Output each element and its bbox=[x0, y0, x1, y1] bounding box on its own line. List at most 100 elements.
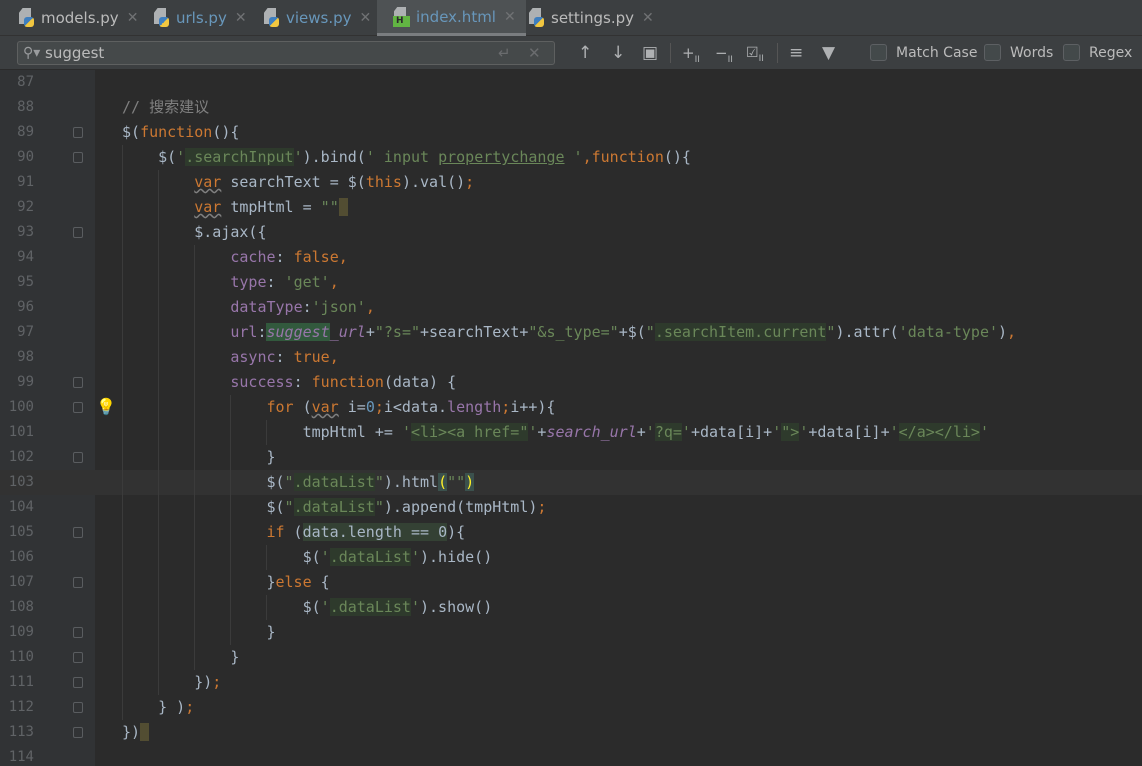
code-token: } ) bbox=[158, 698, 186, 716]
code-line[interactable]: 100 for (var i=0;i<data.length;i++){ bbox=[0, 395, 1142, 420]
code-line[interactable]: 92 var tmpHtml = "" bbox=[0, 195, 1142, 220]
python-file-icon bbox=[528, 8, 545, 28]
multiline-icon[interactable]: ↵ bbox=[498, 44, 528, 62]
fold-marker-icon[interactable] bbox=[73, 652, 83, 663]
close-tab-icon[interactable]: ✕ bbox=[642, 10, 654, 26]
code-line[interactable]: 88 // 搜索建议 bbox=[0, 95, 1142, 120]
indent-guide bbox=[158, 495, 160, 520]
code-text: if (data.length == 0){ bbox=[266, 520, 465, 545]
code-line[interactable]: 103 $(".dataList").html("") bbox=[0, 470, 1142, 495]
code-token: i++){ bbox=[510, 398, 556, 416]
indent-guide bbox=[122, 220, 123, 245]
code-editor[interactable]: 87 88// 搜索建议 89 $(function(){90 $('.searchIn… bbox=[0, 70, 1142, 766]
code-line[interactable]: 97 url:suggest_url+"?s="+searchText+"&s_t… bbox=[0, 320, 1142, 345]
code-line[interactable]: 114 bbox=[0, 745, 1142, 766]
next-occurrence-icon[interactable]: ↓ bbox=[611, 43, 625, 63]
code-line[interactable]: 109} bbox=[0, 620, 1142, 645]
checkbox-box[interactable] bbox=[1063, 44, 1080, 61]
fold-marker-icon[interactable] bbox=[73, 727, 83, 738]
in-selection-icon[interactable]: ≡ bbox=[789, 43, 803, 63]
code-token: i<data. bbox=[383, 398, 448, 416]
code-line[interactable]: 110} bbox=[0, 645, 1142, 670]
code-line[interactable]: 93 $.ajax({ bbox=[0, 220, 1142, 245]
code-line[interactable]: 112} ); bbox=[0, 695, 1142, 720]
code-line[interactable]: 96 dataType:'json', bbox=[0, 295, 1142, 320]
indent-guide bbox=[194, 470, 196, 495]
search-field[interactable]: ⚲▾ suggest ↵ ✕ bbox=[17, 41, 555, 65]
code-line[interactable]: 98 async: true, bbox=[0, 345, 1142, 370]
line-number: 97 bbox=[17, 324, 34, 340]
fold-marker-icon[interactable] bbox=[73, 627, 83, 638]
fold-marker-icon[interactable] bbox=[73, 677, 83, 688]
fold-marker-icon[interactable] bbox=[73, 527, 83, 538]
line-number: 95 bbox=[17, 274, 34, 290]
code-token: ' bbox=[320, 548, 330, 566]
clear-search-icon[interactable]: ✕ bbox=[528, 44, 554, 62]
code-line[interactable]: 87 bbox=[0, 70, 1142, 95]
code-token: ' bbox=[410, 598, 420, 616]
select-all-icon[interactable]: ☑II bbox=[746, 43, 764, 69]
checkbox-box[interactable] bbox=[984, 44, 1001, 61]
fold-marker-icon[interactable] bbox=[73, 152, 83, 163]
code-line[interactable]: 107}else { bbox=[0, 570, 1142, 595]
fold-marker-icon[interactable] bbox=[73, 702, 83, 713]
search-history-icon[interactable]: ⚲▾ bbox=[23, 45, 45, 61]
code-text: var tmpHtml = "" bbox=[194, 195, 348, 220]
indent-guide bbox=[230, 595, 232, 620]
code-token: " bbox=[645, 323, 655, 341]
code-text: dataType:'json', bbox=[230, 295, 375, 320]
words-checkbox[interactable]: Words bbox=[984, 44, 1053, 61]
close-tab-icon[interactable]: ✕ bbox=[360, 10, 372, 26]
select-all-occurrences-icon[interactable]: ▣ bbox=[642, 43, 658, 63]
fold-marker-icon[interactable] bbox=[73, 577, 83, 588]
code-line[interactable]: 113}) bbox=[0, 720, 1142, 745]
tab-models-py[interactable]: models.py ✕ bbox=[2, 0, 148, 36]
previous-occurrence-icon[interactable]: ↑ bbox=[578, 43, 592, 63]
add-occurrence-icon[interactable]: +II bbox=[682, 43, 700, 70]
line-number: 114 bbox=[8, 749, 34, 765]
code-line[interactable]: 101 tmpHtml += '<li><a href="'+search_url… bbox=[0, 420, 1142, 445]
tab-settings-py[interactable]: settings.py ✕ bbox=[512, 0, 664, 36]
checkbox-box[interactable] bbox=[870, 44, 887, 61]
tab-views-py[interactable]: views.py ✕ bbox=[247, 0, 381, 36]
search-input[interactable]: suggest bbox=[45, 44, 498, 62]
code-line[interactable]: 106 $('.dataList').hide() bbox=[0, 545, 1142, 570]
code-line[interactable]: 91 var searchText = $(this).val(); bbox=[0, 170, 1142, 195]
code-line[interactable]: 108 $('.dataList').show() bbox=[0, 595, 1142, 620]
code-line[interactable]: 95 type: 'get', bbox=[0, 270, 1142, 295]
code-token: suggest bbox=[266, 323, 330, 341]
code-line[interactable]: 94 cache: false, bbox=[0, 245, 1142, 270]
line-number: 106 bbox=[8, 549, 34, 565]
tab-index-html[interactable]: Hindex.html ✕ bbox=[377, 0, 526, 36]
code-line[interactable]: 102} bbox=[0, 445, 1142, 470]
code-text: } ); bbox=[158, 695, 194, 720]
code-token: $( bbox=[122, 123, 141, 141]
code-line[interactable]: 104 $(".dataList").append(tmpHtml); bbox=[0, 495, 1142, 520]
code-line[interactable]: 90 $('.searchInput').bind(' input propert… bbox=[0, 145, 1142, 170]
code-line[interactable]: 99 success: function(data) { bbox=[0, 370, 1142, 395]
code-token: function bbox=[140, 123, 213, 141]
fold-marker-icon[interactable] bbox=[73, 227, 83, 238]
indent-guide bbox=[194, 645, 196, 670]
code-text: url:suggest_url+"?s="+searchText+"&s_typ… bbox=[230, 320, 1016, 345]
code-token: +data[i]+ bbox=[690, 423, 773, 441]
indent-guide bbox=[230, 620, 232, 645]
code-token: $.ajax({ bbox=[194, 223, 267, 241]
code-line[interactable]: 105 if (data.length == 0){ bbox=[0, 520, 1142, 545]
code-token: true bbox=[293, 348, 330, 366]
code-token: (){ bbox=[663, 148, 691, 166]
fold-marker-icon[interactable] bbox=[73, 402, 83, 413]
line-number: 87 bbox=[17, 74, 34, 90]
fold-marker-icon[interactable] bbox=[73, 127, 83, 138]
fold-marker-icon[interactable] bbox=[73, 452, 83, 463]
close-tab-icon[interactable]: ✕ bbox=[235, 10, 247, 26]
remove-occurrence-icon[interactable]: −II bbox=[715, 43, 733, 70]
code-line[interactable]: 111}); bbox=[0, 670, 1142, 695]
fold-marker-icon[interactable] bbox=[73, 377, 83, 388]
filter-icon[interactable]: ▼ bbox=[822, 43, 835, 63]
match-case-checkbox[interactable]: Match Case bbox=[870, 44, 977, 61]
code-line[interactable]: 89 $(function(){ bbox=[0, 120, 1142, 145]
lightbulb-icon[interactable]: 💡 bbox=[96, 397, 116, 416]
tab-urls-py[interactable]: urls.py ✕ bbox=[137, 0, 257, 36]
regex-checkbox[interactable]: Regex bbox=[1063, 44, 1132, 61]
